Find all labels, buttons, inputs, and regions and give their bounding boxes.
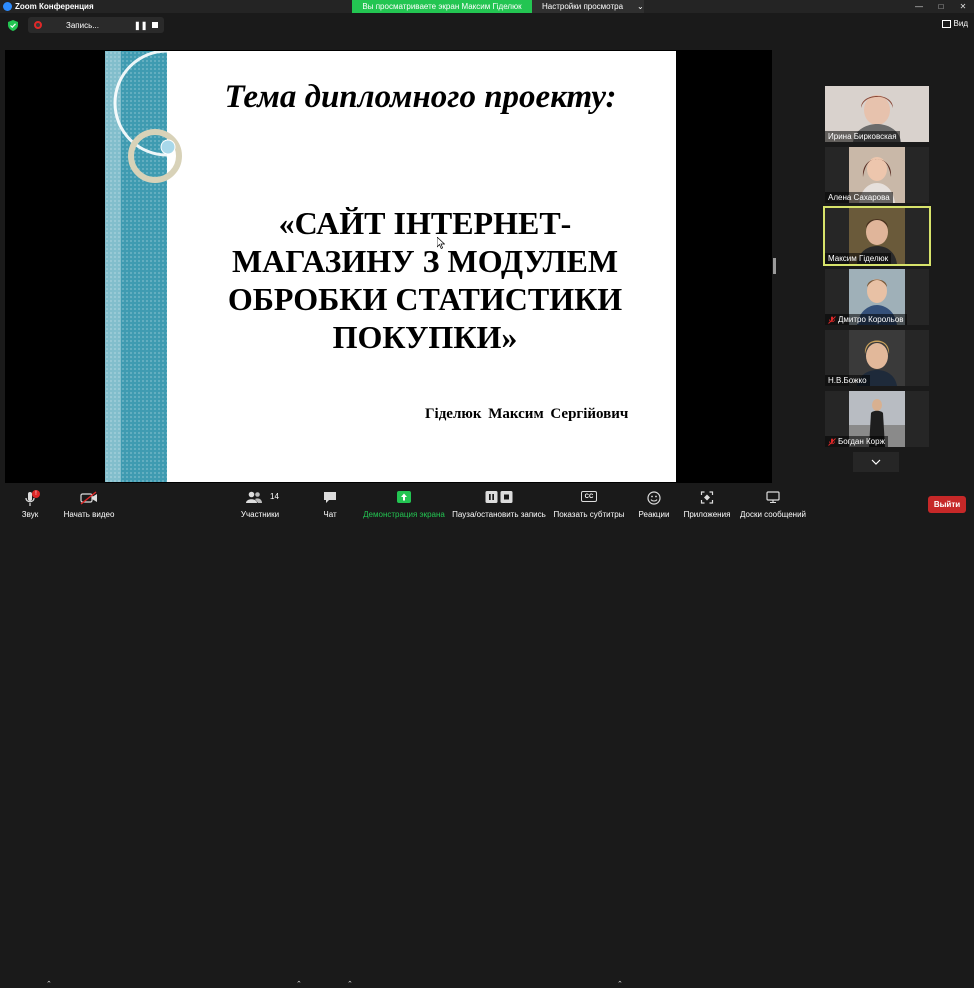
chat-button[interactable]: Чат <box>318 486 342 521</box>
stop-recording-icon[interactable] <box>152 22 158 28</box>
reactions-icon <box>647 491 661 505</box>
view-button-label: Вид <box>953 19 968 28</box>
leave-meeting-button[interactable]: Выйти <box>928 496 966 513</box>
reactions-label: Реакции <box>638 510 670 519</box>
reactions-button[interactable]: Реакции <box>636 486 672 521</box>
recording-indicator: Запись... ❚❚ <box>28 17 164 33</box>
slide-topic: «САЙТ ІНТЕРНЕТ- МАГАЗИНУ З МОДУЛЕМ ОБРОБ… <box>205 204 645 356</box>
audio-button[interactable]: ! Звук <box>12 486 48 521</box>
minimize-icon[interactable]: — <box>908 0 930 13</box>
slide-topic-line: ОБРОБКИ СТАТИСТИКИ <box>227 281 623 317</box>
participant-name: Богдан Корж <box>825 436 888 447</box>
start-video-label: Начать видео <box>63 510 115 519</box>
chat-label: Чат <box>323 510 337 519</box>
chevron-down-icon: ⌄ <box>637 2 644 11</box>
close-icon[interactable]: ✕ <box>952 0 974 13</box>
view-settings-dropdown[interactable]: Настройки просмотра ⌄ <box>532 0 644 13</box>
slide-title: Тема дипломного проекту: <box>224 79 617 115</box>
slide-decor-rings <box>113 51 195 183</box>
participant-tile[interactable]: Н.В.Божко <box>825 330 929 386</box>
stop-icon <box>500 491 513 503</box>
participants-button[interactable]: 14 Участники <box>236 486 284 521</box>
audio-alert-badge: ! <box>32 490 40 498</box>
meeting-toolbar: ! Звук ⌃ Начать видео 14 Участники ⌃ Чат… <box>0 486 974 988</box>
slide-topic-line: «САЙТ ІНТЕРНЕТ- <box>278 205 572 241</box>
presentation-slide: Тема дипломного проекту: «САЙТ ІНТЕРНЕТ-… <box>105 51 676 482</box>
start-video-button[interactable]: Начать видео <box>60 486 118 521</box>
view-button[interactable]: Вид <box>941 19 968 28</box>
pause-stop-recording-button[interactable]: Пауза/остановить запись <box>452 486 546 521</box>
video-off-icon <box>80 491 97 505</box>
captions-options-caret-icon[interactable]: ⌃ <box>617 980 623 988</box>
participant-tile[interactable]: Ирина Бирковская <box>825 86 929 142</box>
mic-muted-icon <box>828 315 836 324</box>
app-title: Zoom Конференция <box>0 2 94 11</box>
participant-name: Алена Сахарова <box>825 192 893 203</box>
show-captions-label: Показать субтитры <box>553 510 625 519</box>
slide-author: Гіделюк Максим Сергійович <box>425 406 629 422</box>
participant-tile[interactable]: Дмитро Корольов <box>825 269 929 325</box>
participant-name: Дмитро Корольов <box>825 314 907 325</box>
participant-name: Н.В.Божко <box>825 375 870 386</box>
participant-tile-active-speaker[interactable]: Максим Гіделюк <box>823 206 931 266</box>
record-icon <box>34 21 42 29</box>
mic-muted-icon <box>828 437 836 446</box>
window-controls: — □ ✕ <box>908 0 974 13</box>
whiteboards-button[interactable]: Доски сообщений <box>738 486 808 521</box>
app-title-text: Zoom Конференция <box>15 2 94 11</box>
share-screen-button[interactable]: Демонстрация экрана <box>362 486 446 521</box>
participant-name: Максим Гіделюк <box>825 253 892 264</box>
whiteboard-icon <box>766 491 780 503</box>
audio-options-caret-icon[interactable]: ⌃ <box>46 980 52 988</box>
participants-options-caret-icon[interactable]: ⌃ <box>296 980 302 988</box>
audio-label: Звук <box>21 510 39 519</box>
slide-topic-line: МАГАЗИНУ З МОДУЛЕМ <box>231 243 619 279</box>
apps-icon <box>700 491 714 504</box>
participants-label: Участники <box>240 510 280 519</box>
zoom-logo-icon <box>3 2 12 11</box>
maximize-icon[interactable]: □ <box>930 0 952 13</box>
show-captions-button[interactable]: CC Показать субтитры <box>554 486 624 521</box>
shared-screen[interactable]: Тема дипломного проекту: «САЙТ ІНТЕРНЕТ-… <box>5 50 772 483</box>
pause-stop-recording-label: Пауза/остановить запись <box>452 510 546 519</box>
participant-tile[interactable]: Алена Сахарова <box>825 147 929 203</box>
slide-topic-line: ПОКУПКИ» <box>332 319 518 355</box>
chat-icon <box>324 492 336 503</box>
view-grid-icon <box>941 19 951 28</box>
record-controls-icon <box>485 491 513 503</box>
view-settings-label: Настройки просмотра <box>542 2 624 11</box>
gallery-scroll-down-button[interactable] <box>853 452 899 472</box>
recording-label: Запись... <box>66 20 99 30</box>
apps-label: Приложения <box>683 510 731 519</box>
apps-button[interactable]: Приложения <box>682 486 732 521</box>
mouse-cursor-icon <box>437 237 445 249</box>
captions-icon: CC <box>581 491 597 502</box>
whiteboards-label: Доски сообщений <box>739 510 806 519</box>
share-screen-icon <box>397 491 411 503</box>
chat-options-caret-icon[interactable]: ⌃ <box>347 980 353 988</box>
shield-icon[interactable] <box>8 20 18 31</box>
chevron-down-icon <box>871 459 881 465</box>
panel-resize-handle[interactable] <box>773 258 776 274</box>
pause-recording-icon[interactable]: ❚❚ <box>134 21 147 30</box>
pause-icon <box>485 491 498 503</box>
participants-icon <box>246 491 262 503</box>
participant-name: Ирина Бирковская <box>825 131 900 142</box>
participants-count: 14 <box>270 492 279 501</box>
viewing-banner: Вы просматриваете экран Максим Гіделюк <box>352 0 532 13</box>
participant-tile[interactable]: Богдан Корж <box>825 391 929 447</box>
share-screen-label: Демонстрация экрана <box>363 510 445 519</box>
